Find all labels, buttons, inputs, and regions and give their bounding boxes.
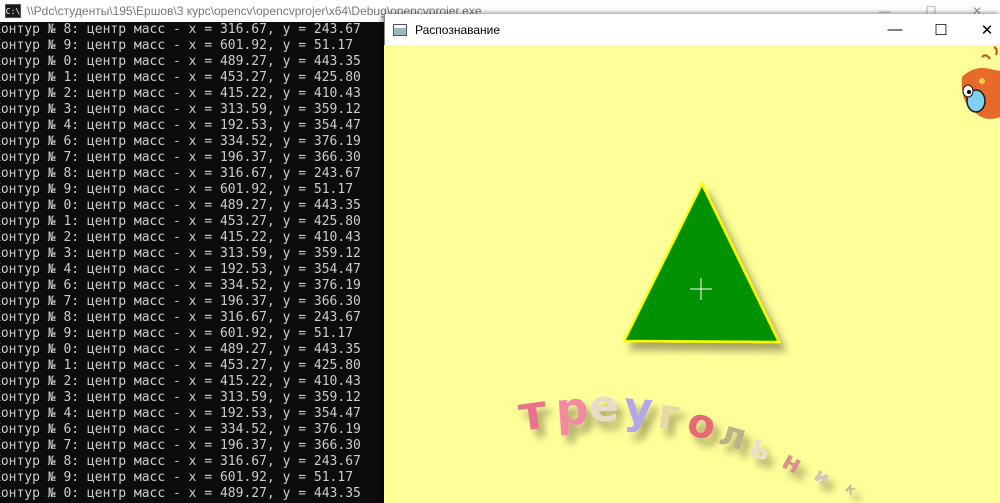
console-line: Контур № 0: центр масс - x = 489.27, y =… bbox=[0, 54, 361, 69]
image-canvas-svg: т р е у г о л ь н и к bbox=[515, 46, 1000, 499]
console-line: Контур № 7: центр масс - x = 196.37, y =… bbox=[0, 294, 361, 309]
close-button[interactable]: ✕ bbox=[964, 14, 1000, 45]
console-line: Контур № 9: центр масс - x = 601.92, y =… bbox=[0, 326, 354, 341]
console-line: Контур № 4: центр масс - x = 192.53, y =… bbox=[0, 406, 361, 421]
console-line: Контур № 6: центр масс - x = 334.52, y =… bbox=[0, 422, 361, 437]
svg-text:т: т bbox=[515, 383, 551, 442]
console-line: Контур № 3: центр масс - x = 313.59, y =… bbox=[0, 246, 361, 261]
console-line: Контур № 8: центр масс - x = 316.67, y =… bbox=[0, 310, 361, 325]
console-line: Контур № 6: центр масс - x = 334.52, y =… bbox=[0, 278, 361, 293]
svg-text:р: р bbox=[554, 381, 591, 437]
recognition-window[interactable]: Распознавание — ☐ ✕ т р е у г о л ь н и … bbox=[384, 14, 1000, 503]
cartoon-character-image bbox=[961, 46, 1000, 119]
console-line: Контур № 4: центр масс - x = 192.53, y =… bbox=[0, 262, 361, 277]
console-line: Контур № 3: центр масс - x = 313.59, y =… bbox=[0, 102, 361, 117]
console-line: Контур № 1: центр масс - x = 453.27, y =… bbox=[0, 358, 361, 373]
wordart-title-image: т р е у г о л ь н и к bbox=[515, 381, 860, 499]
console-line: Контур № 2: центр масс - x = 415.22, y =… bbox=[0, 230, 361, 245]
console-line: Контур № 8: центр масс - x = 316.67, y =… bbox=[0, 454, 361, 469]
console-line: Контур № 2: центр масс - x = 415.22, y =… bbox=[0, 86, 361, 101]
console-line: Контур № 4: центр масс - x = 192.53, y =… bbox=[0, 118, 361, 133]
console-line: Контур № 9: центр масс - x = 601.92, y =… bbox=[0, 38, 354, 53]
console-line: Контур № 1: центр масс - x = 453.27, y =… bbox=[0, 70, 361, 85]
svg-text:у: у bbox=[622, 382, 654, 435]
console-line: Контур № 8: центр масс - x = 316.67, y =… bbox=[0, 166, 361, 181]
console-line: Контур № 1: центр масс - x = 453.27, y =… bbox=[0, 214, 361, 229]
svg-text:л: л bbox=[715, 412, 752, 459]
console-line: Контур № 9: центр масс - x = 601.92, y =… bbox=[0, 470, 354, 485]
console-app-icon: C:\ bbox=[5, 4, 21, 18]
svg-text:о: о bbox=[683, 399, 719, 450]
recognition-window-title: Распознавание bbox=[415, 22, 501, 37]
console-line: Контур № 3: центр масс - x = 313.59, y =… bbox=[0, 390, 361, 405]
svg-text:ь: ь bbox=[744, 426, 777, 469]
console-line: Контур № 0: центр масс - x = 489.27, y =… bbox=[0, 342, 361, 357]
console-output[interactable]: Контур № 8: центр масс - x = 316.67, y =… bbox=[0, 22, 384, 503]
svg-text:е: е bbox=[589, 381, 619, 432]
console-line: Контур № 8: центр масс - x = 316.67, y =… bbox=[0, 22, 361, 37]
svg-text:к: к bbox=[842, 480, 860, 499]
image-canvas[interactable]: т р е у г о л ь н и к bbox=[384, 45, 1000, 503]
recognition-titlebar[interactable]: Распознавание — ☐ ✕ bbox=[384, 14, 1000, 45]
triangle-shape bbox=[621, 181, 782, 344]
console-line: Контур № 6: центр масс - x = 334.52, y =… bbox=[0, 134, 361, 149]
maximize-button[interactable]: ☐ bbox=[918, 14, 964, 45]
console-line: Контур № 7: центр масс - x = 196.37, y =… bbox=[0, 438, 361, 453]
console-line: Контур № 7: центр масс - x = 196.37, y =… bbox=[0, 150, 361, 165]
console-line: Контур № 2: центр масс - x = 415.22, y =… bbox=[0, 374, 361, 389]
svg-text:и: и bbox=[810, 463, 835, 491]
minimize-button[interactable]: — bbox=[872, 14, 918, 45]
console-line: Контур № 0: центр масс - x = 489.27, y =… bbox=[0, 198, 361, 213]
console-line: Контур № 0: центр масс - x = 489.27, y =… bbox=[0, 486, 361, 501]
svg-text:н: н bbox=[777, 446, 807, 481]
svg-text:г: г bbox=[655, 389, 684, 441]
console-line: Контур № 9: центр масс - x = 601.92, y =… bbox=[0, 182, 354, 197]
window-app-icon bbox=[393, 23, 407, 36]
